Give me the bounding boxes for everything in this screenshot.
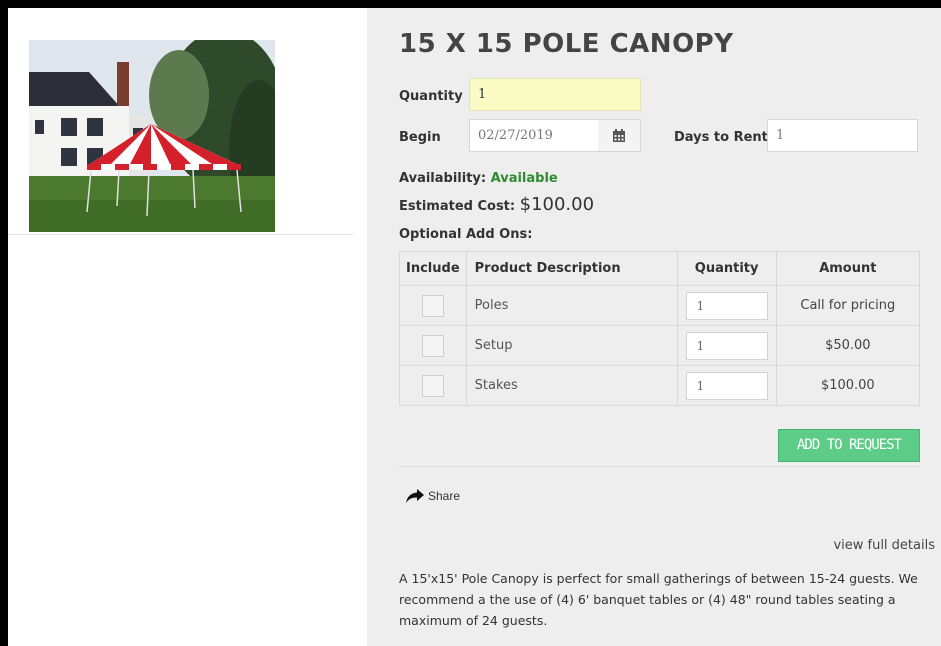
column-header-amount: Amount <box>775 251 921 286</box>
view-full-details-link[interactable]: view full details <box>833 538 935 553</box>
addon-quantity-input-setup[interactable] <box>685 331 768 360</box>
share-label: Share <box>428 489 461 503</box>
column-header-include: Include <box>399 251 467 286</box>
column-header-description: Product Description <box>465 251 678 286</box>
calendar-icon <box>613 128 625 142</box>
quantity-input[interactable] <box>469 78 641 111</box>
divider <box>399 466 920 467</box>
days-to-rent-input[interactable] <box>767 119 918 152</box>
addons-table: Include Product Description Quantity Amo… <box>399 251 921 406</box>
addon-description: Poles <box>465 285 678 326</box>
addon-amount: $100.00 <box>775 365 921 406</box>
days-to-rent-label: Days to Rent <box>674 130 768 145</box>
share-button[interactable]: Share <box>405 488 460 504</box>
include-checkbox-setup[interactable] <box>421 334 444 357</box>
product-title: 15 X 15 POLE CANOPY <box>399 29 734 59</box>
column-header-quantity: Quantity <box>676 251 777 286</box>
addon-quantity-input-stakes[interactable] <box>685 371 768 400</box>
availability-status: Available <box>490 171 558 186</box>
addon-description: Stakes <box>465 365 678 406</box>
addon-description: Setup <box>465 325 678 366</box>
product-image <box>29 40 275 232</box>
product-description: A 15'x15' Pole Canopy is perfect for sma… <box>399 571 918 628</box>
table-row: Stakes $100.00 <box>399 365 921 406</box>
include-checkbox-stakes[interactable] <box>421 374 444 397</box>
addon-amount: Call for pricing <box>775 285 921 326</box>
addons-heading: Optional Add Ons: <box>399 227 533 242</box>
availability-label: Availability: <box>399 171 487 186</box>
calendar-button[interactable] <box>598 119 641 152</box>
quantity-label: Quantity <box>399 89 463 104</box>
availability-row: Availability: Available <box>399 171 558 186</box>
product-details-panel: 15 X 15 POLE CANOPY Quantity Begin Days … <box>367 8 941 646</box>
share-arrow-icon <box>406 489 424 503</box>
table-row: Setup $50.00 <box>399 325 921 366</box>
add-to-request-button[interactable]: ADD TO REQUEST <box>778 429 920 462</box>
begin-label: Begin <box>399 130 441 145</box>
estimated-cost-label: Estimated Cost: <box>399 199 516 214</box>
begin-date-input[interactable] <box>469 119 599 152</box>
include-checkbox-poles[interactable] <box>421 294 444 317</box>
estimated-cost-row: Estimated Cost: $100.00 <box>399 194 594 215</box>
addon-amount: $50.00 <box>775 325 921 366</box>
estimated-cost-value: $100.00 <box>519 194 595 215</box>
divider <box>8 234 353 235</box>
table-row: Poles Call for pricing <box>399 285 921 326</box>
addon-quantity-input-poles[interactable] <box>685 291 768 320</box>
table-header-row: Include Product Description Quantity Amo… <box>399 251 921 286</box>
image-panel <box>8 8 367 646</box>
